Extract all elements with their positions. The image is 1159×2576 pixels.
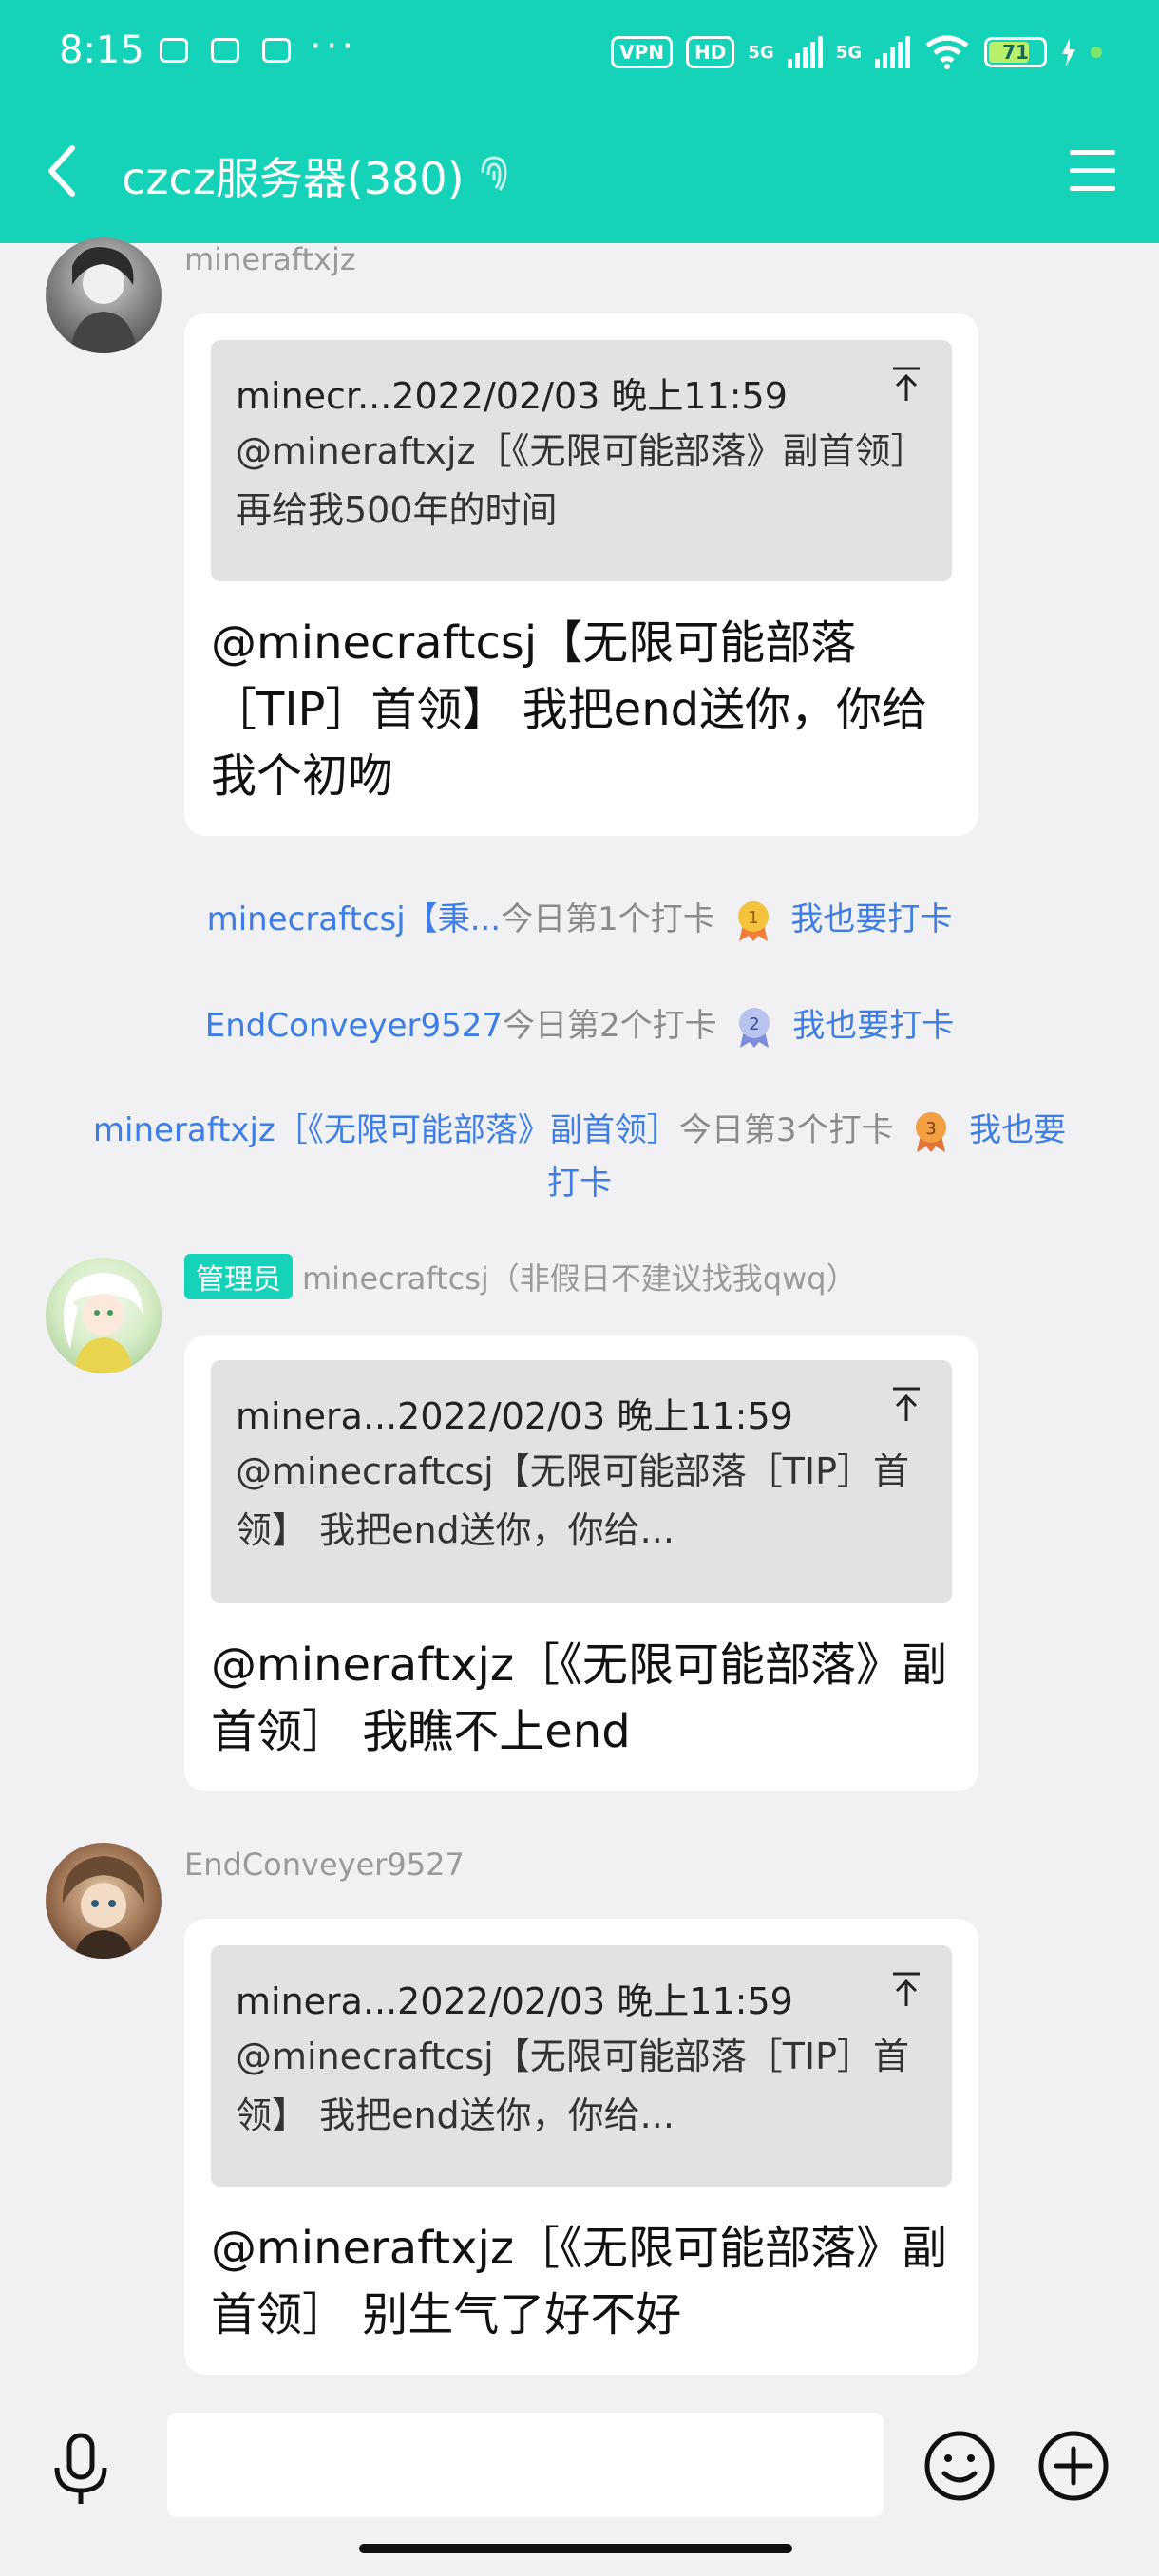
quote-header: minera...2022/02/03 晚上11:59 (236, 1980, 793, 2022)
checkin-action-link[interactable]: 我也要打卡 (790, 900, 952, 938)
status-bar: 8:15 ··· VPN HD 5G 5G 71 (0, 0, 1159, 104)
quoted-message[interactable]: minera...2022/02/03 晚上11:59 @minecraftcs… (211, 1945, 952, 2187)
network-type-2: 5G (835, 42, 862, 63)
sender-name: mineraftxjz (184, 241, 356, 277)
medal-number: 1 (748, 908, 758, 928)
jump-to-quote-icon[interactable] (889, 365, 923, 403)
bronze-medal-icon: 3 (916, 1111, 947, 1152)
sender-line: 管理员 minecraftcsj（非假日不建议找我qwq） (184, 1254, 857, 1299)
quote-text: @minecraftcsj【无限可能部落［TIP］首领】 我把end送你，你给.… (236, 2036, 910, 2136)
avatar-image (63, 1273, 142, 1373)
message-text: @minecraftcsj【无限可能部落［TIP］首领】 我把end送你，你给我… (211, 616, 928, 803)
microphone-icon[interactable] (48, 2432, 114, 2508)
checkin-action-link[interactable]: 我也要打卡 (792, 1007, 954, 1045)
checkin-text: 今日第1个打卡 (501, 900, 715, 938)
avatar-image (70, 247, 137, 353)
checkin-user[interactable]: EndConveyer9527 (205, 1007, 503, 1045)
medal-number: 3 (926, 1119, 937, 1139)
message-text: @mineraftxjz［《无限可能部落》副首领］ 我瞧不上end (211, 1638, 948, 1758)
quote-header: minera...2022/02/03 晚上11:59 (236, 1395, 793, 1437)
message-bubble[interactable]: minecr...2022/02/03 晚上11:59 @mineraftxjz… (184, 313, 978, 836)
emoji-icon[interactable] (922, 2428, 998, 2504)
message-text: @mineraftxjz［《无限可能部落》副首领］ 别生气了好不好 (211, 2222, 948, 2341)
fingerprint-icon[interactable] (475, 152, 513, 194)
vpn-icon: VPN (611, 36, 674, 68)
nav-bar: czcz服务器(380) (0, 123, 1159, 218)
home-indicator[interactable] (359, 2544, 792, 2553)
checkin-user[interactable]: mineraftxjz［《无限可能部落》副首领］ (93, 1111, 679, 1149)
battery-icon: 71 (984, 37, 1047, 67)
message-bubble[interactable]: minera...2022/02/03 晚上11:59 @minecraftcs… (184, 1919, 978, 2375)
jump-to-quote-icon[interactable] (889, 1385, 923, 1423)
quoted-message[interactable]: minecr...2022/02/03 晚上11:59 @mineraftxjz… (211, 340, 952, 581)
checkin-row: minecraftcsj【秉...今日第1个打卡 1 我也要打卡 (0, 893, 1159, 943)
avatar[interactable] (46, 237, 162, 353)
checkin-text: 今日第2个打卡 (503, 1007, 717, 1045)
wifi-icon (925, 35, 969, 69)
quote-header: minecr...2022/02/03 晚上11:59 (236, 375, 788, 417)
app-notification-icon (262, 38, 291, 63)
signal-1-icon (787, 36, 823, 68)
sender-name: minecraftcsj（非假日不建议找我qwq） (302, 1260, 857, 1297)
gold-medal-icon: 1 (737, 900, 769, 941)
header-bar: 8:15 ··· VPN HD 5G 5G 71 czcz服务器(380) (0, 0, 1159, 243)
status-indicators: VPN HD 5G 5G 71 (611, 28, 1102, 76)
checkin-action-link[interactable]: 我也要 (969, 1111, 1066, 1149)
network-type-1: 5G (748, 42, 774, 63)
medal-number: 2 (750, 1014, 760, 1034)
avatar[interactable] (46, 1258, 162, 1373)
silver-medal-icon: 2 (739, 1007, 770, 1048)
back-icon[interactable] (38, 141, 95, 201)
charging-icon (1062, 38, 1075, 66)
shield-icon (211, 38, 239, 63)
admin-badge: 管理员 (184, 1254, 293, 1299)
signal-2-icon (875, 36, 910, 68)
message-bubble[interactable]: minera...2022/02/03 晚上11:59 @minecraftcs… (184, 1335, 978, 1791)
status-time: 8:15 (59, 28, 144, 72)
quote-text: @mineraftxjz［《无限可能部落》副首领］ 再给我500年的时间 (236, 430, 927, 531)
quote-text: @minecraftcsj【无限可能部落［TIP］首领】 我把end送你，你给.… (236, 1450, 910, 1551)
menu-icon[interactable] (1064, 144, 1121, 198)
checkin-row: EndConveyer9527今日第2个打卡 2 我也要打卡 (0, 999, 1159, 1050)
sender-name: EndConveyer9527 (184, 1847, 465, 1883)
message-input[interactable] (167, 2413, 884, 2517)
checkin-text: 今日第3个打卡 (678, 1111, 894, 1149)
checkin-row: mineraftxjz［《无限可能部落》副首领］今日第3个打卡 3 我也要 打卡 (0, 1104, 1159, 1210)
hd-icon: HD (686, 36, 735, 68)
telegram-icon (160, 38, 188, 63)
quoted-message[interactable]: minera...2022/02/03 晚上11:59 @minecraftcs… (211, 1360, 952, 1603)
avatar[interactable] (46, 1843, 162, 1959)
jump-to-quote-icon[interactable] (889, 1970, 923, 2008)
more-notifications-icon: ··· (310, 25, 358, 68)
page-title: czcz服务器(380) (122, 153, 465, 204)
checkin-action-link-cont[interactable]: 打卡 (547, 1165, 612, 1203)
checkin-user[interactable]: minecraftcsj【秉... (207, 900, 502, 938)
battery-level: 71 (1002, 41, 1029, 64)
add-attachment-icon[interactable] (1036, 2428, 1112, 2504)
privacy-dot (1091, 47, 1102, 58)
avatar-image (62, 1856, 145, 1959)
